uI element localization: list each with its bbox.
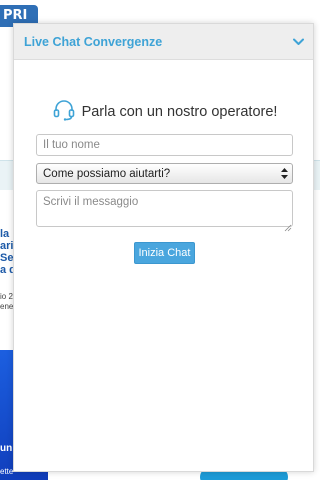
chevron-down-icon[interactable] [292,36,304,48]
greeting-text: Parla con un nostro operatore! [81,104,278,120]
chat-header[interactable]: Live Chat Convergenze [14,24,313,60]
topic-select[interactable]: Come possiamo aiutarti? [36,163,293,184]
banner-fragment: un [0,443,13,454]
banner-fragment: ette di [0,467,14,476]
meta-fragment: io 20 [0,292,14,301]
headline-fragment: a di [0,264,14,276]
headline-fragment: la [0,228,10,240]
chat-title: Live Chat Convergenze [24,34,163,49]
article-meta: io 20 enet [0,292,14,312]
chat-greeting: Parla con un nostro operatore! [14,98,315,126]
topic-select-value: Come possiamo aiutarti? [43,167,171,180]
resize-grip-icon[interactable] [284,217,292,232]
article-headline[interactable]: la aric Se a di [0,228,14,276]
meta-fragment: enet [0,302,14,311]
message-textarea[interactable] [36,190,293,227]
live-chat-widget: Live Chat Convergenze Parla con un nostr… [13,23,314,472]
headline-fragment: aric [0,240,14,252]
headline-fragment: Se [0,252,14,264]
select-arrows-icon [281,168,288,179]
headset-icon [52,98,76,126]
name-input[interactable] [36,134,293,156]
start-chat-button[interactable]: Inizia Chat [134,242,195,264]
